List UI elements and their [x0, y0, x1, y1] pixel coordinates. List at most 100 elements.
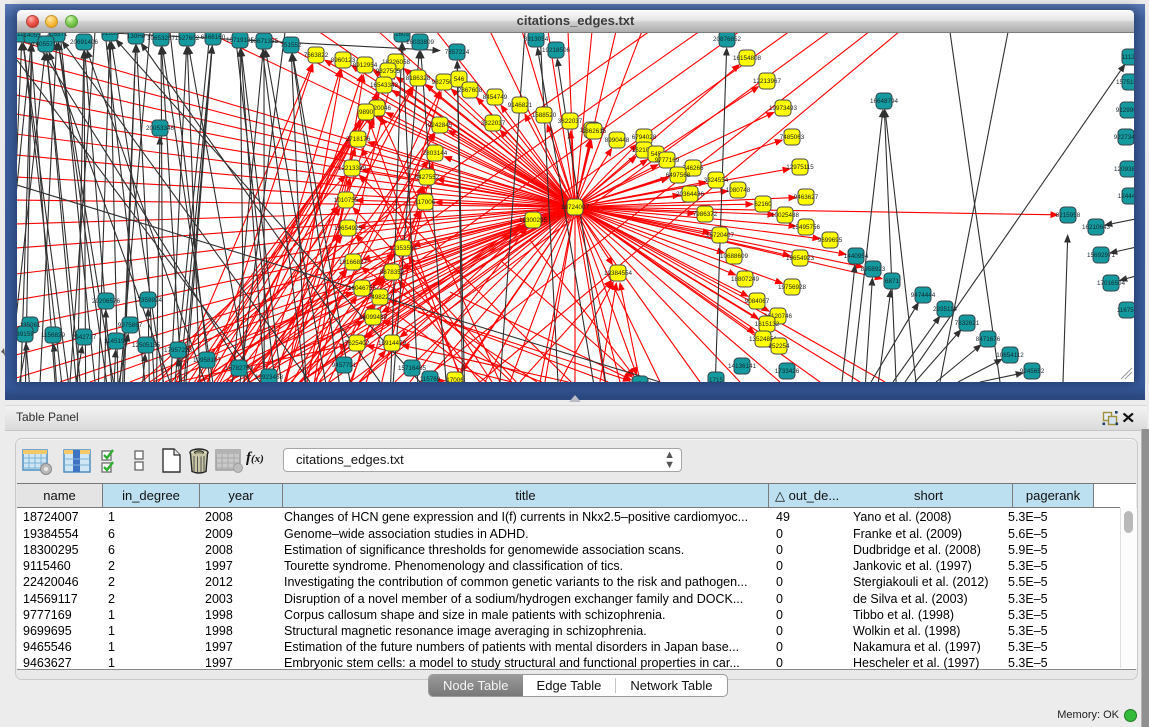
svg-text:8454749: 8454749: [483, 94, 508, 101]
svg-text:14099489: 14099489: [359, 314, 388, 321]
svg-text:17006: 17006: [446, 377, 464, 382]
svg-text:16648794: 16648794: [870, 98, 899, 105]
svg-text:17016504: 17016504: [1097, 280, 1126, 287]
svg-text:39159: 39159: [17, 331, 34, 338]
svg-text:11124: 11124: [1122, 54, 1134, 61]
svg-text:7663822: 7663822: [304, 52, 329, 59]
svg-text:16671385: 16671385: [250, 38, 279, 45]
svg-text:20364436: 20364436: [676, 191, 705, 198]
svg-text:10688609: 10688609: [720, 253, 749, 260]
svg-text:20691406: 20691406: [70, 39, 99, 46]
svg-text:751552: 751552: [280, 42, 302, 49]
svg-text:12505135: 12505135: [132, 342, 161, 349]
svg-text:20876852: 20876852: [713, 36, 742, 43]
svg-text:8427552: 8427552: [415, 174, 440, 181]
svg-text:1440954: 1440954: [844, 253, 869, 260]
svg-text:252254: 252254: [768, 343, 790, 350]
svg-text:9146821: 9146821: [508, 102, 533, 109]
svg-text:16154808: 16154808: [733, 55, 762, 62]
svg-text:115769: 115769: [420, 376, 441, 382]
svg-text:117006: 117006: [415, 199, 436, 206]
svg-text:3824554: 3824554: [704, 177, 729, 184]
svg-text:3822037: 3822037: [558, 118, 583, 125]
svg-text:16210643: 16210643: [1082, 224, 1111, 231]
svg-text:15751074: 15751074: [1116, 79, 1134, 86]
svg-text:2935114: 2935114: [933, 306, 958, 313]
svg-text:18807249: 18807249: [731, 276, 760, 283]
svg-text:12975115: 12975115: [786, 164, 814, 171]
svg-text:14055714: 14055714: [32, 41, 61, 48]
svg-text:16543342: 16543342: [370, 82, 399, 89]
svg-text:16033809: 16033809: [406, 39, 435, 46]
svg-text:16782759: 16782759: [225, 365, 254, 372]
svg-text:18724007: 18724007: [561, 204, 590, 211]
svg-text:14136141: 14136141: [728, 363, 757, 370]
svg-text:7857224: 7857224: [445, 49, 470, 56]
svg-text:6871: 6871: [885, 278, 900, 285]
svg-text:12923468: 12923468: [255, 374, 284, 381]
svg-text:10653267: 10653267: [147, 35, 176, 42]
svg-text:17957223: 17957223: [164, 347, 193, 354]
svg-text:15716485: 15716485: [398, 365, 427, 372]
svg-text:1527602: 1527602: [175, 35, 200, 42]
svg-text:9699695: 9699695: [818, 237, 843, 244]
svg-text:15720407: 15720407: [706, 232, 735, 239]
svg-text:7986372: 7986372: [693, 211, 718, 218]
svg-text:10025488: 10025488: [771, 212, 800, 219]
svg-text:15692971: 15692971: [1087, 252, 1116, 259]
svg-text:1615132: 1615132: [755, 321, 780, 328]
svg-text:116753: 116753: [1117, 307, 1134, 314]
svg-text:16914479: 16914479: [378, 340, 407, 347]
svg-text:6497568: 6497568: [666, 172, 691, 179]
svg-text:6466160: 6466160: [201, 34, 226, 41]
svg-text:1588520: 1588520: [532, 112, 557, 119]
svg-text:3822037: 3822037: [481, 120, 506, 127]
svg-text:1080748: 1080748: [726, 187, 751, 194]
svg-text:8958923: 8958923: [861, 266, 886, 273]
svg-text:10654112: 10654112: [996, 352, 1024, 359]
svg-text:19384554: 19384554: [604, 270, 633, 277]
svg-text:1156829: 1156829: [41, 332, 66, 339]
svg-text:1244419: 1244419: [1118, 193, 1134, 200]
svg-text:1145194: 1145194: [104, 338, 129, 345]
svg-text:8912954: 8912954: [353, 62, 378, 69]
svg-text:19166827: 19166827: [339, 259, 368, 266]
svg-text:9890: 9890: [359, 109, 374, 116]
svg-text:19756928: 19756928: [778, 284, 807, 291]
svg-text:17359924: 17359924: [134, 297, 163, 304]
svg-text:19654923: 19654923: [786, 255, 815, 262]
svg-text:8813054: 8813054: [524, 36, 549, 43]
svg-text:15495756: 15495756: [792, 224, 821, 231]
svg-text:12213389: 12213389: [338, 165, 367, 172]
svg-text:19654925: 19654925: [334, 225, 363, 232]
svg-text:9084067: 9084067: [745, 298, 770, 305]
svg-text:1733426: 1733426: [775, 368, 800, 375]
svg-text:2803144: 2803144: [423, 150, 448, 157]
svg-text:12093822: 12093822: [1114, 166, 1134, 173]
svg-text:9245652: 9245652: [1020, 368, 1045, 375]
svg-text:2718176: 2718176: [346, 136, 371, 143]
svg-text:546: 546: [454, 76, 465, 83]
svg-text:1362615: 1362615: [582, 128, 607, 135]
svg-text:7485063: 7485063: [780, 134, 805, 141]
svg-text:7632621: 7632621: [955, 320, 980, 327]
svg-text:8471676: 8471676: [976, 336, 1001, 343]
svg-text:20053346: 20053346: [146, 125, 175, 132]
svg-text:2942737: 2942737: [72, 334, 97, 341]
svg-text:9115460: 9115460: [628, 381, 653, 382]
svg-text:9129966: 9129966: [1116, 107, 1134, 114]
svg-text:8186328: 8186328: [406, 75, 431, 82]
svg-text:8215958: 8215958: [1056, 212, 1081, 219]
svg-text:9457791: 9457791: [332, 362, 357, 369]
svg-text:6794028: 6794028: [632, 134, 657, 141]
svg-text:9975867: 9975867: [118, 322, 143, 329]
svg-text:130He: 130He: [127, 33, 146, 40]
svg-text:8878352: 8878352: [380, 269, 405, 276]
svg-text:20206576: 20206576: [92, 298, 121, 305]
svg-text:9227342: 9227342: [1114, 134, 1134, 141]
svg-text:2867608: 2867608: [458, 87, 483, 94]
svg-text:12353594: 12353594: [389, 245, 418, 252]
svg-text:1010755: 1010755: [334, 197, 359, 204]
svg-text:18300295: 18300295: [519, 217, 548, 224]
svg-text:9463627: 9463627: [794, 194, 819, 201]
